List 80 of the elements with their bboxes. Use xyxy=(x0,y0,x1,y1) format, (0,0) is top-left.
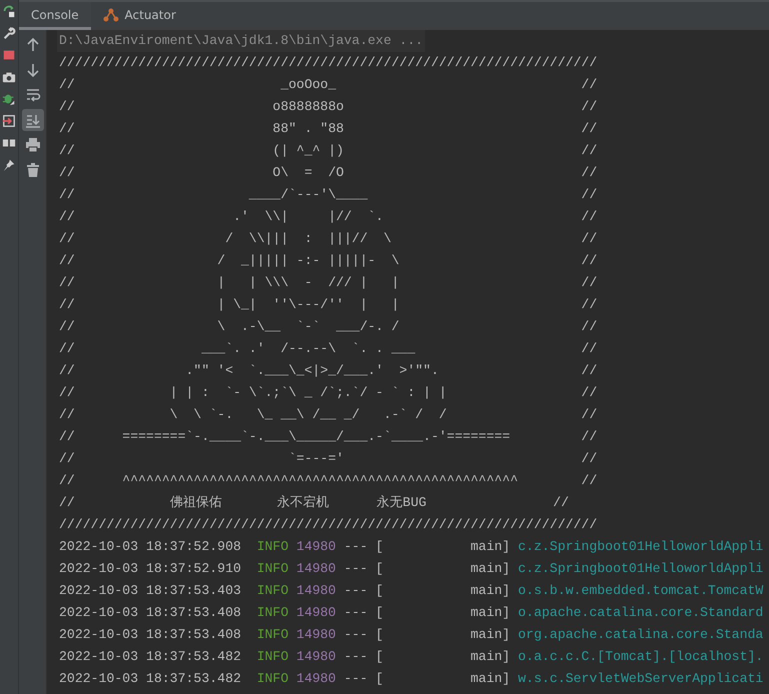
log-thread: [ main] xyxy=(376,561,510,576)
scroll-to-end-button[interactable] xyxy=(22,109,44,131)
actuator-icon xyxy=(102,6,119,22)
banner-line: // o8888888o // xyxy=(59,98,598,116)
log-timestamp: 2022-10-03 18:37:52.910 xyxy=(59,561,242,576)
banner-line: // ^^^^^^^^^^^^^^^^^^^^^^^^^^^^^^^^^^^^^^^^^^^^^^^^^^ // xyxy=(59,472,598,490)
trash-icon xyxy=(24,162,40,178)
log-thread: [ main] xyxy=(376,605,510,620)
stop-icon[interactable] xyxy=(2,48,16,62)
log-logger: w.s.c.ServletWebServerApplicati xyxy=(518,671,764,686)
arrow-down-icon xyxy=(24,62,40,78)
log-pid: 14980 xyxy=(296,583,336,598)
log-separator: --- xyxy=(344,649,368,664)
banner-line: // | | \\\ - /// | | // xyxy=(59,274,598,292)
log-timestamp: 2022-10-03 18:37:52.908 xyxy=(59,539,242,554)
banner-line: // ========`-.____`-.___\_____/___.-`____.-'======== // xyxy=(59,428,598,446)
log-level: INFO xyxy=(256,561,288,576)
banner-line: // O\ = /O // xyxy=(59,164,598,182)
scroll-to-end-icon xyxy=(24,112,40,128)
log-separator: --- xyxy=(344,605,368,620)
rerun-icon[interactable] xyxy=(2,4,16,18)
log-logger: org.apache.catalina.core.Standa xyxy=(518,627,764,642)
banner-line: // .' \\| |// `. // xyxy=(59,208,598,226)
banner-line: //////////////////////////////////////////////////////////////////// xyxy=(59,54,598,72)
banner-line: //////////////////////////////////////////////////////////////////// xyxy=(59,516,598,534)
log-level: INFO xyxy=(256,539,288,554)
log-timestamp: 2022-10-03 18:37:53.482 xyxy=(59,671,242,686)
tab[interactable]: Actuator xyxy=(90,2,188,30)
camera-icon[interactable] xyxy=(2,70,16,84)
banner-line: // ____/`---'\____ // xyxy=(59,186,598,204)
log-pid: 14980 xyxy=(296,627,336,642)
log-pid: 14980 xyxy=(296,671,336,686)
banner-line: // / \\||| : |||// \ // xyxy=(59,230,598,248)
log-thread: [ main] xyxy=(376,583,510,598)
log-logger: o.apache.catalina.core.Standard xyxy=(518,605,764,620)
banner-line: // | \_| ''\---/'' | | // xyxy=(59,296,598,314)
log-pid: 14980 xyxy=(296,561,336,576)
banner-line: // (| ^_^ |) // xyxy=(59,142,598,160)
log-thread: [ main] xyxy=(376,649,510,664)
log-separator: --- xyxy=(344,671,368,686)
log-level: INFO xyxy=(256,627,288,642)
banner-line: // `=---=' // xyxy=(59,450,598,468)
banner-line: // _ooOoo_ // xyxy=(59,76,598,94)
printer-icon xyxy=(24,137,40,153)
banner-line: // / _||||| -:- |||||- \ // xyxy=(59,252,598,270)
log-separator: --- xyxy=(344,539,368,554)
log-thread: [ main] xyxy=(376,627,510,642)
banner-line: // ___`. .' /--.--\ `. . ___ // xyxy=(59,340,598,358)
log-pid: 14980 xyxy=(296,649,336,664)
arrow-up-icon xyxy=(24,37,40,53)
banner-line: // 佛祖保佑 永不宕机 永无BUG // xyxy=(59,494,570,512)
log-logger: o.s.b.w.embedded.tomcat.TomcatW xyxy=(518,583,764,598)
arrow-into-box-icon[interactable] xyxy=(2,114,16,128)
log-timestamp: 2022-10-03 18:37:53.403 xyxy=(59,583,242,598)
log-thread: [ main] xyxy=(376,671,510,686)
log-level: INFO xyxy=(256,605,288,620)
wrench-icon[interactable] xyxy=(2,26,16,40)
log-timestamp: 2022-10-03 18:37:53.408 xyxy=(59,627,242,642)
banner-line: // \ \ `-. \_ __\ /__ _/ .-` / / // xyxy=(59,406,598,424)
banner-line: // \ .-\__ `-` ___/-. / // xyxy=(59,318,598,336)
pin-icon[interactable] xyxy=(2,158,16,172)
log-timestamp: 2022-10-03 18:37:53.482 xyxy=(59,649,242,664)
banner-line: // ."" '< `.___\_<|>_/___.' >'"". // xyxy=(59,362,598,380)
log-thread: [ main] xyxy=(376,539,510,554)
log-level: INFO xyxy=(256,583,288,598)
log-timestamp: 2022-10-03 18:37:53.408 xyxy=(59,605,242,620)
banner-line: // | | : `- \`.;`\ _ /`;.`/ - ` : | | // xyxy=(59,384,598,402)
log-pid: 14980 xyxy=(296,605,336,620)
log-separator: --- xyxy=(344,627,368,642)
log-logger: o.a.c.c.C.[Tomcat].[localhost]. xyxy=(518,649,764,664)
log-separator: --- xyxy=(344,561,368,576)
log-separator: --- xyxy=(344,583,368,598)
log-level: INFO xyxy=(256,671,288,686)
log-level: INFO xyxy=(256,649,288,664)
banner-line: // 88" . "88 // xyxy=(59,120,598,138)
soft-wrap-icon xyxy=(24,87,40,103)
log-logger: c.z.Springboot01HelloworldAppli xyxy=(518,539,764,554)
bug-icon[interactable] xyxy=(2,92,16,106)
log-logger: c.z.Springboot01HelloworldAppli xyxy=(518,561,764,576)
log-pid: 14980 xyxy=(296,539,336,554)
